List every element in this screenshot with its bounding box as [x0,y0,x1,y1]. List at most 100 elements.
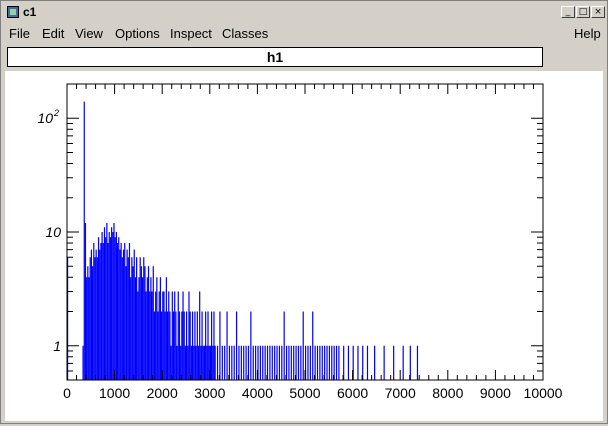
histogram-bin [93,243,95,380]
histogram-bin [111,227,113,380]
histogram-bin [97,237,100,380]
menu-file[interactable]: File [9,26,30,41]
menu-options[interactable]: Options [115,26,160,41]
x-tick-label: 0 [63,385,71,401]
histogram-bin [233,345,235,380]
histogram-bin [226,311,228,380]
histogram-bin [112,232,114,380]
histogram-bin [114,237,116,380]
histogram-bin [302,311,304,380]
histogram-bin [182,291,184,380]
histogram-bin [199,291,201,380]
histogram-bin [238,345,240,380]
window-title: c1 [23,5,37,19]
histogram-bin [324,345,326,380]
histogram-bin [194,311,196,380]
menu-edit[interactable]: Edit [42,26,64,41]
x-tick-label: 7000 [385,385,416,401]
histogram-bin [197,345,200,380]
histogram-bin [95,249,97,380]
close-button[interactable]: × [591,6,605,18]
menu-help[interactable]: Help [574,26,601,41]
histogram-bin [169,311,171,380]
menu-bar: File Edit View Options Inspect Classes H… [3,23,605,43]
title-bar[interactable]: c1 _ □ × [3,3,605,21]
x-tick-label: 3000 [194,385,225,401]
histogram-bin [266,345,269,380]
minimize-button[interactable]: _ [561,6,575,18]
histogram-bin [108,232,110,380]
histogram-bin [132,266,134,380]
histogram-bin [125,266,127,380]
histogram-bin [252,345,254,380]
histogram-bin [288,345,290,380]
histogram-bin [383,345,385,380]
histogram-bin [328,345,330,380]
histogram-bin [155,291,157,380]
histogram-bin [165,277,167,380]
histogram-bin [231,345,233,380]
histogram-bin [221,345,223,380]
histogram-plot: 0 1000 2000 3000 4000 5000 6000 7000 8000 9000 100… [37,83,563,401]
histogram-bin [321,345,323,380]
histogram-bin [89,257,91,380]
histogram-bin [293,345,295,380]
histogram-bin [143,257,145,380]
histogram-bin [188,291,190,380]
histogram-bin [271,345,273,380]
histogram-bin [122,249,125,380]
histogram-bin [278,345,281,380]
plot-canvas[interactable]: 0 1000 2000 3000 4000 5000 6000 7000 8000 9000 100… [5,71,603,421]
histogram-bin [136,257,138,380]
histogram-bin [162,291,164,380]
x-tick-label: 4000 [242,385,273,401]
histogram-bin [88,277,90,380]
histogram-bin [274,345,276,380]
y-tick-label: 1 [53,338,61,354]
histogram-bin [139,257,141,380]
histogram-bin [145,291,147,380]
menu-view[interactable]: View [75,26,103,41]
histogram-bin [126,249,128,380]
histogram-bin [105,237,107,380]
histogram-bin [116,243,119,380]
histogram-bin [276,345,278,380]
histogram-bin [100,243,102,380]
histogram-bin [96,257,98,380]
histogram-bin [174,291,176,380]
histogram-bin [281,345,283,380]
histogram-bin [166,311,169,380]
histogram-bin [335,345,338,380]
x-tick-label: 8000 [432,385,463,401]
histogram-bin [86,277,88,380]
histogram-bin [196,311,198,380]
histogram-bin [243,345,245,380]
histogram-bin [210,311,213,380]
histogram-bin [300,345,302,380]
histogram-bin [319,345,321,380]
histogram-bin [150,277,152,380]
histogram-bin [130,277,132,380]
x-tick-label: 10000 [524,385,563,401]
histogram-bin [120,243,122,380]
histogram-bin [189,311,191,380]
histogram-bin [316,345,319,380]
histogram-bin [101,232,103,380]
menu-classes[interactable]: Classes [222,26,268,41]
histogram-bin [133,249,135,380]
histogram-bin [264,345,266,380]
histogram-bin [151,291,153,380]
histogram-title: h1 [7,47,543,67]
x-tick-label: 5000 [289,385,320,401]
histogram-bin [269,345,271,380]
histogram-bin [202,345,204,380]
maximize-button[interactable]: □ [576,6,590,18]
histogram-bin [416,345,419,380]
histogram-bin [283,311,285,380]
histogram-bin [119,249,121,380]
menu-inspect[interactable]: Inspect [170,26,212,41]
histogram-bin [124,243,126,380]
histogram-bin [240,345,242,380]
histogram-bin [161,311,163,380]
histogram-bin [141,277,144,380]
